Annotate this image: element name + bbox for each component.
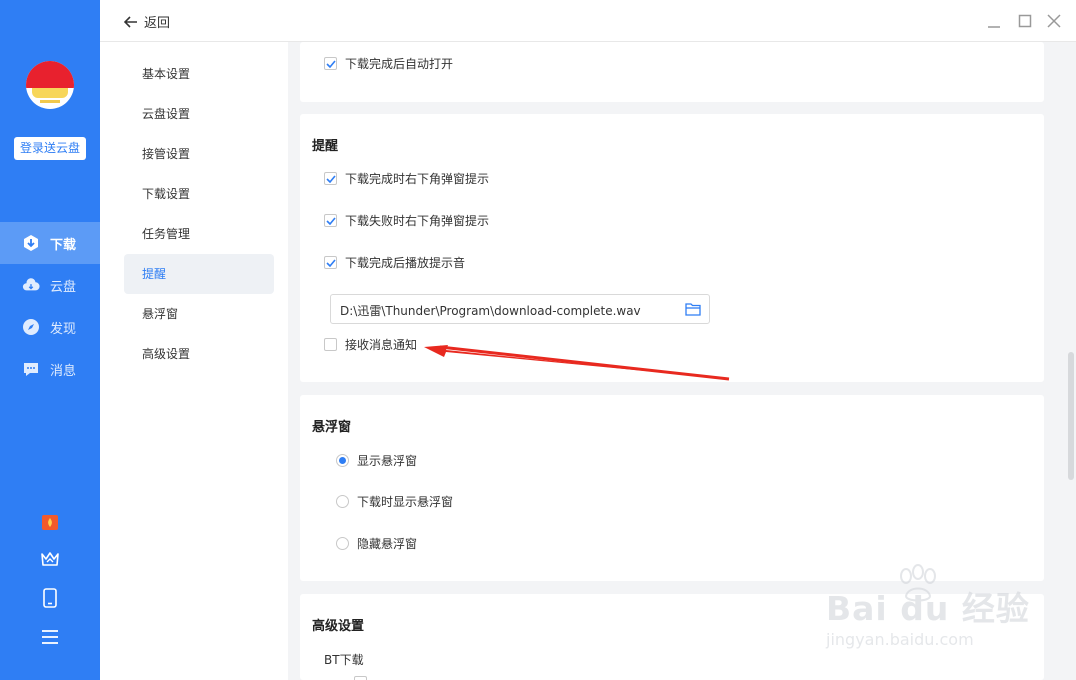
checkbox-checked[interactable]: [324, 214, 337, 227]
radio-selected[interactable]: [336, 454, 349, 467]
content-scrollbar[interactable]: [1068, 352, 1074, 480]
mobile-phone-icon[interactable]: [40, 588, 60, 608]
close-icon[interactable]: [1046, 13, 1062, 29]
compass-icon: [22, 318, 40, 336]
option-label: 下载失败时右下角弹窗提示: [345, 214, 490, 228]
nav-item-discover[interactable]: 发现: [0, 306, 100, 348]
option-label: 下载完成后自动打开: [345, 57, 454, 71]
nav-item-label: 云盘: [50, 279, 77, 295]
remind-title: 提醒: [312, 139, 339, 154]
sidebar-item-tasks[interactable]: 任务管理: [124, 214, 274, 254]
bt-download-label: BT下载: [324, 653, 364, 667]
sound-path-value: D:\迅雷\Thunder\Program\download-complete.…: [340, 304, 641, 318]
nav-item-download[interactable]: 下载: [0, 222, 100, 264]
watermark-url: jingyan.baidu.com: [826, 630, 974, 649]
watermark-text: Bai du 经验: [826, 589, 1030, 628]
option-label: 下载完成时右下角弹窗提示: [345, 172, 490, 186]
back-button[interactable]: 返回: [124, 12, 170, 31]
option-label: 下载完成后播放提示音: [345, 256, 466, 270]
message-icon: [22, 360, 40, 378]
receive-notification-option[interactable]: 接收消息通知: [324, 336, 417, 353]
radio-unselected[interactable]: [336, 537, 349, 550]
float-option-hide[interactable]: 隐藏悬浮窗: [336, 535, 417, 552]
float-option-show[interactable]: 显示悬浮窗: [336, 452, 417, 469]
check-icon: [325, 174, 336, 183]
nav-item-label: 发现: [50, 321, 77, 337]
login-gift-button[interactable]: 登录送云盘: [14, 137, 86, 160]
float-window-title: 悬浮窗: [312, 420, 352, 435]
sidebar-item-float[interactable]: 悬浮窗: [124, 294, 274, 334]
left-navigation: 登录送云盘 下载 云盘 发现 消息: [0, 0, 100, 680]
folder-icon[interactable]: [685, 302, 701, 319]
option-label: 显示悬浮窗: [357, 454, 418, 468]
checkbox-unchecked[interactable]: [324, 338, 337, 351]
gift-icon[interactable]: [40, 512, 60, 532]
sidebar-item-cloud[interactable]: 云盘设置: [124, 94, 274, 134]
float-window-card: 悬浮窗 显示悬浮窗 下载时显示悬浮窗 隐藏悬浮窗: [300, 395, 1044, 581]
download-shield-icon: [22, 234, 40, 252]
nav-item-cloud[interactable]: 云盘: [0, 264, 100, 306]
settings-sidebar: 基本设置 云盘设置 接管设置 下载设置 任务管理 提醒 悬浮窗 高级设置: [100, 42, 288, 680]
sidebar-item-download[interactable]: 下载设置: [124, 174, 274, 214]
check-icon: [325, 59, 336, 68]
float-option-show-while-downloading[interactable]: 下载时显示悬浮窗: [336, 493, 453, 510]
checkbox-checked[interactable]: [324, 57, 337, 70]
checkbox-checked[interactable]: [324, 172, 337, 185]
remind-option-fail-popup[interactable]: 下载失败时右下角弹窗提示: [324, 212, 489, 229]
cloud-icon: [22, 276, 40, 294]
sidebar-item-basic[interactable]: 基本设置: [124, 54, 274, 94]
nav-item-messages[interactable]: 消息: [0, 348, 100, 390]
remind-option-play-sound[interactable]: 下载完成后播放提示音: [324, 254, 465, 271]
menu-icon[interactable]: [40, 627, 60, 647]
nav-item-label: 消息: [50, 363, 77, 379]
nav-item-label: 下载: [50, 237, 77, 253]
option-label: 隐藏悬浮窗: [357, 537, 418, 551]
minimize-icon[interactable]: [986, 13, 1002, 29]
option-label: 下载时显示悬浮窗: [357, 495, 454, 509]
title-bar: 返回: [100, 0, 1076, 42]
advanced-settings-title: 高级设置: [312, 619, 365, 634]
back-label: 返回: [144, 16, 171, 31]
back-arrow-icon: [124, 15, 137, 28]
sidebar-item-takeover[interactable]: 接管设置: [124, 134, 274, 174]
user-avatar[interactable]: [26, 61, 74, 109]
crown-icon[interactable]: [40, 549, 60, 569]
sound-path-input[interactable]: D:\迅雷\Thunder\Program\download-complete.…: [330, 294, 710, 324]
option-label: 接收消息通知: [345, 338, 418, 352]
open-after-download-card: 下载完成后自动打开: [300, 42, 1044, 102]
check-icon: [325, 258, 336, 267]
maximize-icon[interactable]: [1017, 13, 1033, 29]
remind-card: 提醒 下载完成时右下角弹窗提示 下载失败时右下角弹窗提示 下载完成后播放提示音 …: [300, 114, 1044, 382]
remind-option-complete-popup[interactable]: 下载完成时右下角弹窗提示: [324, 170, 489, 187]
checkbox-partial[interactable]: [354, 676, 367, 680]
checkbox-checked[interactable]: [324, 256, 337, 269]
sidebar-item-remind[interactable]: 提醒: [124, 254, 274, 294]
check-icon: [325, 216, 336, 225]
baidu-watermark: Bai du 经验 jingyan.baidu.com: [826, 564, 1029, 661]
sidebar-item-advanced[interactable]: 高级设置: [124, 334, 274, 374]
auto-open-option[interactable]: 下载完成后自动打开: [324, 55, 453, 72]
radio-unselected[interactable]: [336, 495, 349, 508]
